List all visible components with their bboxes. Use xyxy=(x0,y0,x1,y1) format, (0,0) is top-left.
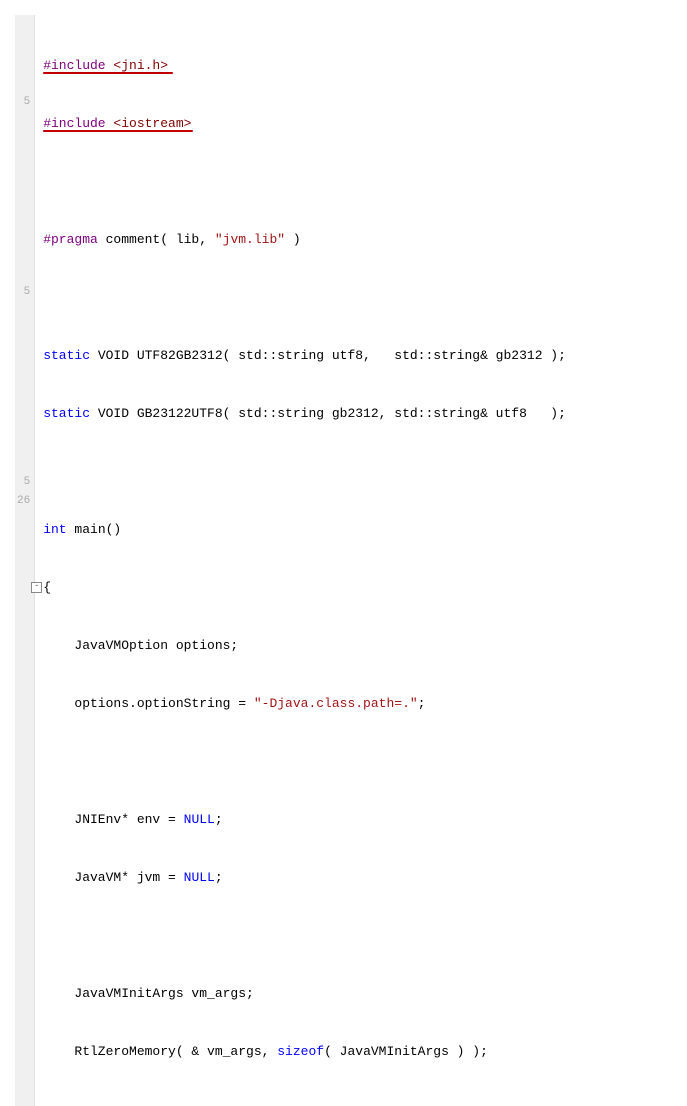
code-line: #include <iostream> xyxy=(43,114,687,133)
code-line: RtlZeroMemory( & vm_args, sizeof( JavaVM… xyxy=(43,1042,687,1061)
code-line: JavaVM* jvm = NULL; xyxy=(43,868,687,887)
code-line: static VOID UTF82GB2312( std::string utf… xyxy=(43,346,687,365)
code-line: -{ xyxy=(43,578,687,597)
code-line: #include <jni.h> xyxy=(43,56,687,75)
code-line: #pragma comment( lib, "jvm.lib" ) xyxy=(43,230,687,249)
code-line: JavaVMOption options; xyxy=(43,636,687,655)
code-line: int main() xyxy=(43,520,687,539)
code-editor: 5 5 526 #include <jni.h> #include <iostr… xyxy=(15,15,665,1106)
code-line: options.optionString = "-Djava.class.pat… xyxy=(43,694,687,713)
code-line: JNIEnv* env = NULL; xyxy=(43,810,687,829)
line-number-gutter: 5 5 526 xyxy=(15,15,35,1106)
fold-icon[interactable]: - xyxy=(31,582,42,593)
red-underline xyxy=(43,130,193,132)
code-line: static VOID GB23122UTF8( std::string gb2… xyxy=(43,404,687,423)
red-underline xyxy=(43,72,173,74)
code-line: JavaVMInitArgs vm_args; xyxy=(43,984,687,1003)
code-area[interactable]: #include <jni.h> #include <iostream> #pr… xyxy=(35,15,687,1106)
